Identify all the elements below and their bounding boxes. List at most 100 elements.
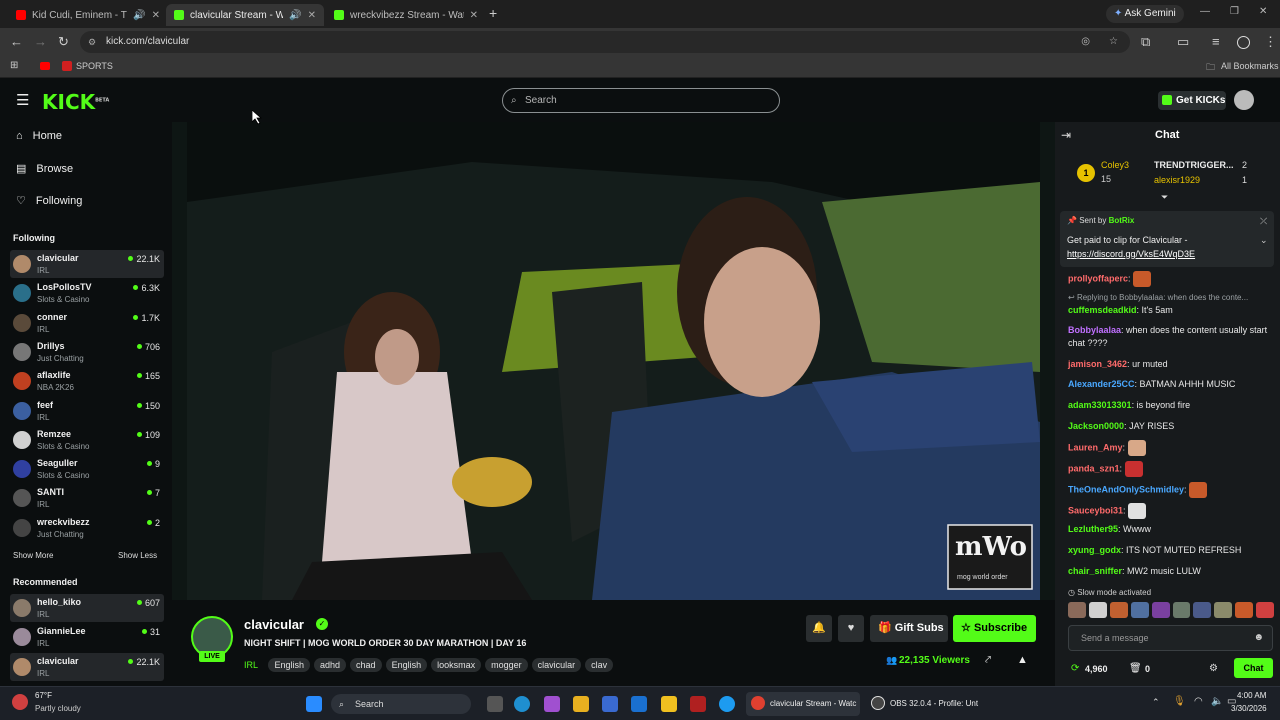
show-less-button[interactable]: Show Less bbox=[118, 551, 157, 560]
browser-tab-wreckvibezz[interactable]: wreckvibezz Stream - Watch Live ✕ bbox=[326, 4, 486, 26]
outlook-icon[interactable] bbox=[631, 696, 647, 712]
settings-icon[interactable]: ⚙ bbox=[1209, 663, 1218, 674]
edge-icon[interactable] bbox=[514, 696, 530, 712]
store-icon[interactable] bbox=[602, 696, 618, 712]
expand-leaderboard-icon[interactable]: ⏷ bbox=[1161, 192, 1168, 203]
chat-username[interactable]: xyung_godx bbox=[1068, 545, 1121, 555]
windows-start-icon[interactable] bbox=[306, 696, 322, 712]
stream-tag[interactable]: mogger bbox=[485, 658, 528, 672]
sidebar-channel-seaguller[interactable]: Seaguller Slots & Casino 9 bbox=[10, 455, 164, 483]
cast-icon[interactable]: ▭ bbox=[1177, 34, 1189, 50]
taskbar-app-obs[interactable]: OBS 32.0.4 - Profile: Unt bbox=[866, 692, 986, 716]
follow-button[interactable]: ♥ bbox=[838, 615, 864, 642]
emote-icon[interactable] bbox=[1133, 271, 1152, 287]
nav-browse[interactable]: ▤ Browse bbox=[16, 162, 73, 176]
chat-input[interactable]: Send a message ☻ bbox=[1068, 625, 1273, 651]
bookmark-sports[interactable]: SPORTS bbox=[76, 61, 113, 71]
emote-icon[interactable] bbox=[1124, 461, 1143, 477]
clock-time[interactable]: 4:00 AM bbox=[1237, 691, 1266, 700]
stream-tag[interactable]: adhd bbox=[314, 658, 347, 672]
emoji-icon[interactable]: ☻ bbox=[1253, 632, 1264, 643]
reading-list-icon[interactable]: ≡ bbox=[1212, 34, 1220, 49]
chat-username[interactable]: prollyoffaperc bbox=[1068, 273, 1128, 283]
close-tab-icon[interactable]: ✕ bbox=[308, 10, 316, 21]
chat-username[interactable]: jamison_3462 bbox=[1068, 359, 1127, 369]
chevron-up-icon[interactable]: ⌃ bbox=[1152, 697, 1160, 708]
chat-username[interactable]: Lezluther95 bbox=[1068, 524, 1118, 534]
category-link[interactable]: IRL bbox=[244, 660, 258, 670]
share-icon[interactable]: ⤤ bbox=[985, 654, 991, 667]
eye-off-icon[interactable]: ◎ bbox=[1081, 31, 1090, 53]
unpin-icon[interactable]: ⤫ bbox=[1260, 216, 1267, 227]
collapse-chat-icon[interactable]: ⇥ bbox=[1061, 128, 1071, 142]
emote-icon[interactable] bbox=[1256, 602, 1275, 618]
speaker-icon[interactable]: 🔊 bbox=[133, 10, 145, 21]
chat-username[interactable]: adam33013301 bbox=[1068, 400, 1132, 410]
gift-subs-button[interactable]: 🎁 Gift Subs bbox=[870, 615, 948, 642]
chevron-down-icon[interactable]: ⌄ bbox=[1260, 235, 1268, 246]
apps-grid-icon[interactable]: ⊞ bbox=[10, 60, 18, 71]
task-view-icon[interactable] bbox=[487, 696, 503, 712]
wifi-icon[interactable]: ◠ bbox=[1194, 696, 1203, 707]
sidebar-channel-clavicular[interactable]: clavicular IRL 22.1K bbox=[10, 250, 164, 278]
chat-username[interactable]: panda_szn1 bbox=[1068, 463, 1120, 473]
sidebar-channel-drillys[interactable]: Drillys Just Chatting 706 bbox=[10, 338, 164, 366]
emote-icon[interactable] bbox=[1127, 440, 1146, 456]
stream-tag[interactable]: clavicular bbox=[531, 658, 582, 672]
taskbar-search[interactable]: ⌕ Search bbox=[331, 694, 471, 714]
show-more-button[interactable]: Show More bbox=[13, 551, 53, 560]
emote-icon[interactable] bbox=[1109, 602, 1128, 618]
emote-icon[interactable] bbox=[1128, 503, 1147, 519]
back-icon[interactable]: ← bbox=[10, 34, 23, 49]
clock-date[interactable]: 3/30/2026 bbox=[1231, 704, 1267, 713]
chat-username[interactable]: Bobbylaalaa bbox=[1068, 325, 1121, 335]
browser-tab-youtube[interactable]: Kid Cudi, Eminem - The Adv 🔊 ✕ bbox=[8, 4, 168, 26]
emote-icon[interactable] bbox=[1235, 602, 1254, 618]
video-player[interactable]: mWo mog world order bbox=[172, 122, 1055, 600]
emote-icon[interactable] bbox=[1214, 602, 1233, 618]
stream-tag[interactable]: English bbox=[385, 658, 428, 672]
youtube-bookmark-icon[interactable] bbox=[40, 62, 50, 70]
emote-icon[interactable] bbox=[1088, 602, 1107, 618]
get-kicks-button[interactable]: Get KICKs bbox=[1158, 91, 1226, 110]
mic-icon[interactable]: 🎙 bbox=[1173, 696, 1186, 707]
channel-name[interactable]: clavicular bbox=[244, 617, 304, 632]
hamburger-menu-icon[interactable]: ☰ bbox=[16, 91, 29, 109]
emote-icon[interactable] bbox=[1172, 602, 1191, 618]
browser-tab-clavicular[interactable]: clavicular Stream - Watch Li 🔊 ✕ bbox=[166, 4, 324, 26]
forward-icon[interactable]: → bbox=[34, 34, 47, 49]
sidebar-channel-aflaxlife[interactable]: aflaxlife NBA 2K26 165 bbox=[10, 367, 164, 395]
sidebar-channel-conner[interactable]: conner IRL 1.7K bbox=[10, 309, 164, 337]
new-tab-button[interactable]: + bbox=[489, 5, 497, 21]
stream-tag[interactable]: English bbox=[268, 658, 310, 672]
nav-following[interactable]: ♡ Following bbox=[16, 194, 82, 208]
subscribe-button[interactable]: ☆ Subscribe bbox=[953, 615, 1036, 642]
rockstar-icon[interactable] bbox=[661, 696, 677, 712]
file-explorer-icon[interactable] bbox=[573, 696, 589, 712]
emote-icon[interactable] bbox=[1068, 602, 1086, 618]
gift-count[interactable]: 0 bbox=[1145, 664, 1150, 674]
volume-icon[interactable]: 🔈 bbox=[1211, 696, 1223, 707]
sidebar-channel-feef[interactable]: feef IRL 150 bbox=[10, 397, 164, 425]
kick-logo[interactable]: KICKBETA bbox=[42, 90, 109, 114]
emote-icon[interactable] bbox=[1193, 602, 1212, 618]
speaker-icon[interactable]: 🔊 bbox=[289, 10, 301, 21]
report-icon[interactable]: ▲ bbox=[1017, 654, 1028, 666]
sidebar-channel-lospollostv[interactable]: LosPollosTV Slots & Casino 6.3K bbox=[10, 279, 164, 307]
chat-username[interactable]: chair_sniffer bbox=[1068, 566, 1122, 576]
sidebar-channel-wreckvibezz[interactable]: wreckvibezz Just Chatting 2 bbox=[10, 514, 164, 542]
profile-icon[interactable] bbox=[1237, 36, 1250, 49]
stream-tag[interactable]: clav bbox=[585, 658, 614, 672]
site-info-icon[interactable]: ⚙ bbox=[88, 31, 96, 53]
minimize-window-icon[interactable]: — bbox=[1200, 6, 1210, 17]
chat-username[interactable]: Lauren_Amy bbox=[1068, 442, 1123, 452]
notification-bell-button[interactable]: 🔔 bbox=[806, 615, 832, 642]
twitter-icon[interactable] bbox=[719, 696, 735, 712]
chat-username[interactable]: Alexander25CC bbox=[1068, 379, 1135, 389]
chat-username[interactable]: TheOneAndOnlySchmidley bbox=[1068, 484, 1184, 494]
app-icon[interactable] bbox=[690, 696, 706, 712]
weather-desc[interactable]: Partly cloudy bbox=[35, 704, 81, 713]
ask-gemini-button[interactable]: ✦ Ask Gemini bbox=[1106, 5, 1184, 23]
search-input[interactable]: ⌕ Search bbox=[502, 88, 780, 113]
restore-window-icon[interactable]: ❐ bbox=[1230, 6, 1239, 17]
